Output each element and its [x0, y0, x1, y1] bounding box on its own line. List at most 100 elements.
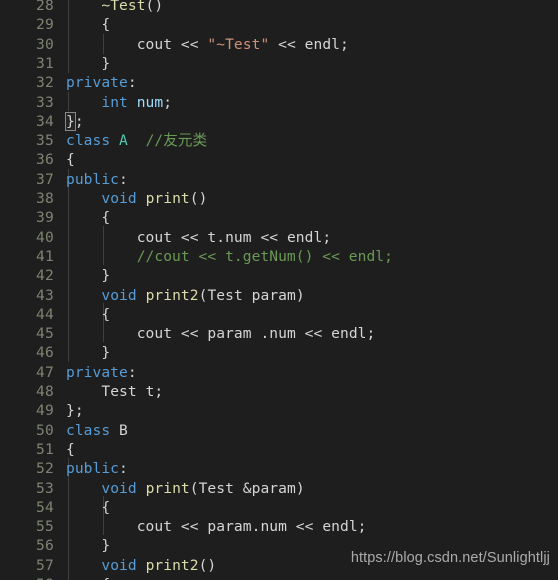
code-line[interactable]: 29 { — [0, 15, 558, 34]
code-editor[interactable]: 28 ~Test() 29 {30 cout << "~Test" << endl… — [0, 0, 558, 580]
token: private — [66, 74, 128, 92]
token: << — [172, 35, 208, 53]
line-content[interactable]: cout << "~Test" << endl; — [66, 35, 349, 54]
code-line[interactable]: 39 { — [0, 208, 558, 227]
code-line[interactable]: 31 } — [0, 54, 558, 73]
line-number: 28 — [36, 0, 54, 14]
line-content[interactable]: { — [66, 208, 110, 227]
line-content[interactable]: { — [66, 498, 110, 517]
token: : — [119, 170, 128, 188]
token: A — [119, 132, 128, 150]
line-number: 39 — [36, 209, 54, 227]
token: () — [198, 556, 217, 574]
line-content[interactable]: public: — [66, 459, 128, 478]
code-line[interactable]: 35 class A //友元类 — [0, 131, 558, 150]
line-content[interactable]: public: — [66, 170, 128, 189]
token: ) — [295, 286, 305, 304]
line-content[interactable]: int num; — [66, 93, 172, 112]
line-content[interactable]: }; — [66, 401, 84, 420]
token: ) — [295, 479, 305, 497]
token: endl — [286, 228, 323, 246]
line-number: 43 — [36, 286, 54, 304]
code-line[interactable]: 55 cout << param.num << endl; — [0, 517, 558, 536]
line-content[interactable]: } — [66, 343, 110, 362]
line-content[interactable]: }; — [65, 111, 84, 131]
token: ~Test — [101, 0, 146, 14]
line-number: 37 — [36, 170, 54, 188]
token: param.num — [207, 518, 287, 536]
code-line[interactable]: 44 { — [0, 305, 558, 324]
code-line[interactable]: 54 { — [0, 498, 558, 517]
code-line[interactable]: 41 //cout << t.getNum() << endl; — [0, 247, 558, 266]
code-line[interactable]: 40 cout << t.num << endl; — [0, 228, 558, 247]
line-content[interactable]: void print2(Test param) — [66, 286, 305, 305]
code-line[interactable]: 53 void print(Test &param) — [0, 479, 558, 498]
line-content[interactable]: Test t; — [66, 382, 163, 401]
line-content[interactable]: ~Test() — [66, 0, 163, 15]
code-line[interactable]: 38 void print() — [0, 189, 558, 208]
line-number: 40 — [36, 228, 54, 246]
line-content[interactable]: void print(Test &param) — [66, 479, 305, 498]
token: endl — [304, 35, 340, 53]
line-content[interactable]: class B — [66, 421, 128, 440]
line-content[interactable]: //cout << t.getNum() << endl; — [66, 247, 393, 266]
line-content[interactable]: void print() — [66, 189, 207, 208]
code-line[interactable]: 30 cout << "~Test" << endl; — [0, 35, 558, 54]
line-content[interactable]: { — [66, 15, 110, 34]
code-line[interactable]: 42 } — [0, 266, 558, 285]
line-content[interactable]: { — [66, 575, 110, 580]
line-content[interactable]: } — [66, 54, 110, 73]
token: ; — [357, 518, 367, 536]
line-number: 38 — [36, 190, 54, 207]
token: class — [66, 132, 111, 150]
line-number: 47 — [36, 363, 54, 381]
code-line[interactable]: 34}; — [0, 111, 558, 131]
code-line[interactable]: 50 class B — [0, 421, 558, 440]
code-line[interactable]: 58 { — [0, 575, 558, 580]
line-content[interactable]: cout << param.num << endl; — [66, 517, 367, 536]
line-content[interactable]: private: — [66, 363, 137, 382]
code-line[interactable]: 45 cout << param .num << endl; — [0, 324, 558, 343]
code-line[interactable]: 49}; — [0, 401, 558, 420]
code-line[interactable]: 32 private: — [0, 73, 558, 92]
line-content[interactable]: { — [66, 150, 75, 169]
token: ( — [189, 479, 199, 497]
token: () — [189, 190, 208, 207]
line-content[interactable]: cout << param .num << endl; — [66, 324, 376, 343]
code-line[interactable]: 43 void print2(Test param) — [0, 286, 558, 305]
line-content[interactable]: } — [66, 266, 110, 285]
line-number: 44 — [36, 305, 54, 323]
code-line[interactable]: 46 } — [0, 343, 558, 362]
token: << — [295, 325, 332, 343]
code-line[interactable]: 48 Test t; — [0, 382, 558, 401]
code-line[interactable]: 47 private: — [0, 363, 558, 382]
line-number: 52 — [36, 460, 54, 478]
line-content[interactable]: { — [66, 305, 110, 324]
token: void — [101, 556, 137, 574]
code-line[interactable]: 51 { — [0, 440, 558, 459]
line-content[interactable]: void print2() — [66, 556, 216, 575]
token: << — [269, 35, 305, 53]
line-content[interactable]: { — [66, 440, 75, 459]
token: Test — [198, 479, 234, 497]
line-content[interactable]: cout << t.num << endl; — [66, 228, 331, 247]
line-content[interactable]: private: — [66, 73, 137, 92]
code-line[interactable]: 37 public: — [0, 170, 558, 189]
line-content[interactable]: class A //友元类 — [66, 131, 207, 150]
code-line[interactable]: 28 ~Test() — [0, 0, 558, 15]
code-line[interactable]: 36 { — [0, 150, 558, 169]
code-line[interactable]: 52 public: — [0, 459, 558, 478]
code-line[interactable]: 33 int num; — [0, 93, 558, 112]
line-content[interactable]: } — [66, 536, 110, 555]
